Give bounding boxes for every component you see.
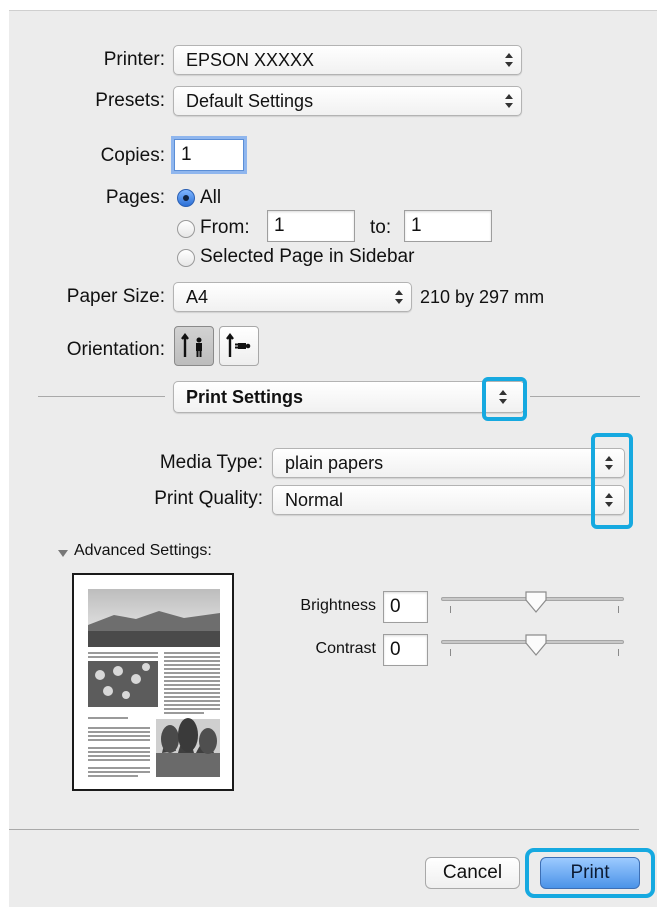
pages-all-radio[interactable] bbox=[177, 189, 195, 207]
cancel-button[interactable]: Cancel bbox=[425, 857, 520, 889]
popup-arrows-icon bbox=[392, 287, 406, 307]
pages-all-label: All bbox=[200, 187, 222, 208]
print-quality-popup[interactable]: Normal bbox=[272, 485, 625, 515]
presets-value: Default Settings bbox=[186, 91, 314, 111]
print-settings-popup[interactable]: Print Settings bbox=[173, 381, 525, 413]
presets-label: Presets: bbox=[95, 90, 165, 111]
print-quality-value: Normal bbox=[285, 490, 344, 510]
contrast-slider-thumb[interactable] bbox=[524, 633, 548, 657]
advanced-settings-label: Advanced Settings: bbox=[74, 542, 212, 559]
paper-size-value: A4 bbox=[186, 287, 209, 307]
section-divider-right bbox=[530, 396, 640, 397]
contrast-label: Contrast bbox=[315, 640, 376, 657]
highlight-print-button bbox=[525, 848, 655, 898]
paper-size-popup[interactable]: A4 bbox=[173, 282, 412, 312]
bottom-divider bbox=[9, 829, 639, 830]
contrast-tick bbox=[450, 649, 451, 656]
media-type-value: plain papers bbox=[285, 453, 384, 473]
highlight-media-quality-arrows bbox=[591, 433, 633, 529]
portrait-icon bbox=[181, 333, 202, 357]
portrait-orientation-button[interactable] bbox=[174, 326, 214, 366]
orientation-label: Orientation: bbox=[66, 339, 165, 360]
media-type-popup[interactable]: plain papers bbox=[272, 448, 625, 478]
printer-label: Printer: bbox=[103, 49, 165, 70]
media-type-label: Media Type: bbox=[159, 452, 263, 473]
printer-popup[interactable]: EPSON XXXXX bbox=[173, 45, 522, 75]
section-divider-left bbox=[38, 396, 165, 397]
printer-value: EPSON XXXXX bbox=[186, 50, 315, 70]
preview-image bbox=[88, 589, 220, 777]
pages-from-field[interactable]: 1 bbox=[267, 210, 355, 242]
presets-popup[interactable]: Default Settings bbox=[173, 86, 522, 116]
pages-label: Pages: bbox=[105, 187, 165, 208]
highlight-print-settings-arrows bbox=[482, 377, 527, 421]
paper-size-label: Paper Size: bbox=[66, 286, 165, 307]
landscape-icon bbox=[226, 333, 251, 357]
contrast-field[interactable]: 0 bbox=[383, 634, 428, 666]
contrast-tick bbox=[618, 649, 619, 656]
copies-label: Copies: bbox=[100, 145, 165, 166]
brightness-tick bbox=[618, 606, 619, 613]
pages-to-field[interactable]: 1 bbox=[404, 210, 492, 242]
paper-dimensions: 210 by 297 mm bbox=[420, 287, 545, 307]
landscape-orientation-button[interactable] bbox=[219, 326, 259, 366]
brightness-slider-thumb[interactable] bbox=[524, 590, 548, 614]
popup-arrows-icon bbox=[502, 50, 516, 70]
brightness-label: Brightness bbox=[300, 597, 376, 614]
page-preview bbox=[72, 573, 234, 791]
pages-to-label: to: bbox=[370, 217, 392, 238]
pages-from-radio[interactable] bbox=[177, 220, 195, 238]
copies-field[interactable]: 1 bbox=[174, 139, 244, 171]
disclosure-triangle-icon[interactable] bbox=[57, 546, 69, 558]
brightness-tick bbox=[450, 606, 451, 613]
print-settings-value: Print Settings bbox=[186, 387, 304, 407]
brightness-field[interactable]: 0 bbox=[383, 591, 428, 623]
print-quality-label: Print Quality: bbox=[154, 488, 263, 509]
pages-sidebar-label: Selected Page in Sidebar bbox=[200, 246, 415, 267]
popup-arrows-icon bbox=[502, 91, 516, 111]
pages-from-label: From: bbox=[200, 217, 250, 238]
pages-sidebar-radio[interactable] bbox=[177, 249, 195, 267]
